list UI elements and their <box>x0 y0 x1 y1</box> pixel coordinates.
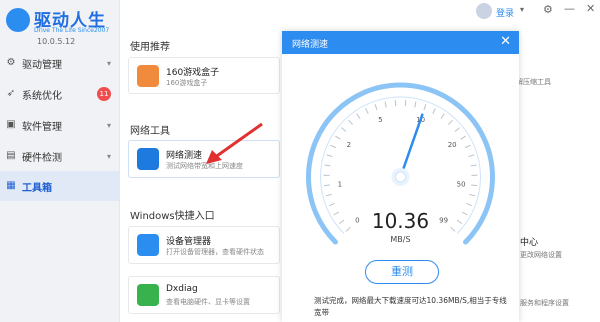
gauge-tick <box>448 119 453 125</box>
speed-unit: MB/S <box>390 235 411 244</box>
gauge-tick <box>423 104 427 111</box>
gauge-tick <box>470 184 478 187</box>
gauge-tick-label: 20 <box>448 141 457 149</box>
tool-card-title: 设备管理器 <box>166 237 212 247</box>
gauge-tick-label: 1 <box>338 180 342 188</box>
tool-card-desc: 查看电脑硬件、显卡等设置 <box>166 298 250 306</box>
sidebar-item-toolbox[interactable]: ▦ 工具箱 <box>0 171 119 201</box>
section-title-network-tools: 网络工具 <box>130 126 170 137</box>
gauge-tick-label: 50 <box>457 180 466 188</box>
gauge-tick-label: 2 <box>347 141 351 149</box>
hardware-icon: ▤ <box>6 150 16 161</box>
dialog-header: 网络测速 ✕ <box>282 31 519 54</box>
sidebar-item-hardware-detect[interactable]: ▤ 硬件检测 ▾ <box>0 141 119 171</box>
sidebar-item-label: 硬件检测 <box>22 152 62 164</box>
tool-card-desc: 打开设备管理器，查看硬件状态 <box>166 248 264 256</box>
speed-value: 10.36 <box>371 209 430 233</box>
settings-icon[interactable]: ⚙ <box>543 3 553 16</box>
gauge-tick <box>356 113 361 119</box>
speed-test-dialog: 网络测速 ✕ 012510205099 10.36 MB/S 重测 测试完成，网… <box>282 31 519 322</box>
partial-card-text: 服务和程序设置 <box>520 299 569 307</box>
sidebar-item-label: 系统优化 <box>22 90 62 102</box>
gauge-tick <box>464 144 471 149</box>
gauge-tick <box>440 113 445 119</box>
section-title-recommend: 使用推荐 <box>130 42 170 53</box>
app-version: 10.0.5.12 <box>37 37 76 46</box>
gauge-needle <box>399 113 424 179</box>
partial-card-text: 解压缩工具 <box>516 78 551 86</box>
chevron-down-icon: ▾ <box>106 120 111 130</box>
tool-card-title: 网络测速 <box>166 151 203 161</box>
gauge-tick <box>335 135 341 140</box>
dxdiag-icon <box>137 284 159 306</box>
gauge-tick <box>466 202 473 207</box>
tool-card-desc: 160游戏盒子 <box>166 79 208 87</box>
toolbox-icon: ▦ <box>6 180 16 191</box>
tool-card-160-game-box[interactable]: 160游戏盒子 160游戏盒子 <box>128 57 280 94</box>
gauge-tick <box>374 104 378 111</box>
minimize-icon[interactable]: — <box>564 2 575 15</box>
gauge-tick <box>432 108 436 114</box>
tool-card-dxdiag[interactable]: Dxdiag 查看电脑硬件、显卡等设置 <box>128 276 280 314</box>
gauge-tick <box>469 193 476 197</box>
close-icon[interactable]: ✕ <box>500 34 511 50</box>
gauge-tick <box>348 119 353 125</box>
sidebar-item-system-optimize[interactable]: ➶ 系统优化 11 <box>0 79 119 109</box>
device-manager-icon <box>137 234 159 256</box>
sidebar-item-label: 工具箱 <box>22 182 52 194</box>
gauge-tick <box>414 101 417 108</box>
partial-card-text: 中心 <box>520 238 539 248</box>
retest-button[interactable]: 重测 <box>365 260 439 284</box>
gauge-tick <box>470 164 477 167</box>
tool-card-title: Dxdiag <box>166 284 198 294</box>
gauge-tick <box>454 127 460 132</box>
gauge-tick <box>325 193 332 197</box>
gauge-tick <box>365 108 369 114</box>
app-slogan: Drive The Life Since2007 <box>34 27 110 34</box>
sidebar-item-label: 驱动管理 <box>22 59 62 71</box>
avatar-icon[interactable] <box>476 3 492 19</box>
gauge-tick <box>460 135 466 140</box>
gauge-tick <box>468 154 475 158</box>
app-logo-icon <box>6 8 30 32</box>
dropdown-arrow-icon[interactable]: ▾ <box>520 5 524 14</box>
dialog-title: 网络测速 <box>292 40 329 50</box>
gauge-tick <box>323 184 331 187</box>
gauge-tick <box>326 154 333 158</box>
gauge-tick <box>324 164 331 167</box>
close-icon[interactable]: ✕ <box>586 2 595 15</box>
gauge-tick <box>330 144 337 149</box>
sidebar-item-driver-management[interactable]: ⚙ 驱动管理 ▾ <box>0 48 119 78</box>
game-box-icon <box>137 65 159 87</box>
login-link[interactable]: 登录 <box>496 6 514 19</box>
gauge-tick <box>328 202 335 207</box>
software-icon: ▣ <box>6 119 16 130</box>
notification-badge: 11 <box>97 87 111 101</box>
test-result-text: 测试完成，网络最大下载速度可达10.36MB/S,相当于专线宽带 <box>314 296 507 317</box>
sidebar-item-software-management[interactable]: ▣ 软件管理 ▾ <box>0 110 119 140</box>
tool-card-title: 160游戏盒子 <box>166 68 220 78</box>
gauge-tick-label: 5 <box>378 116 382 124</box>
red-arrow-annotation <box>206 122 263 164</box>
rocket-icon: ➶ <box>6 88 16 99</box>
section-title-windows-shortcuts: Windows快捷入口 <box>130 211 215 222</box>
driver-icon: ⚙ <box>6 57 16 68</box>
chevron-down-icon: ▾ <box>106 151 111 161</box>
tool-card-device-manager[interactable]: 设备管理器 打开设备管理器，查看硬件状态 <box>128 226 280 264</box>
sidebar-item-label: 软件管理 <box>22 121 62 133</box>
chevron-down-icon: ▾ <box>106 58 111 68</box>
gauge-hub-center <box>395 171 406 183</box>
sidebar: 驱动人生 Drive The Life Since2007 10.0.5.12 … <box>0 0 120 322</box>
gauge-tick <box>341 127 347 132</box>
gauge-tick <box>384 101 387 108</box>
partial-card-text: 更改网络设置 <box>520 251 562 259</box>
speedometer-icon <box>137 148 159 170</box>
